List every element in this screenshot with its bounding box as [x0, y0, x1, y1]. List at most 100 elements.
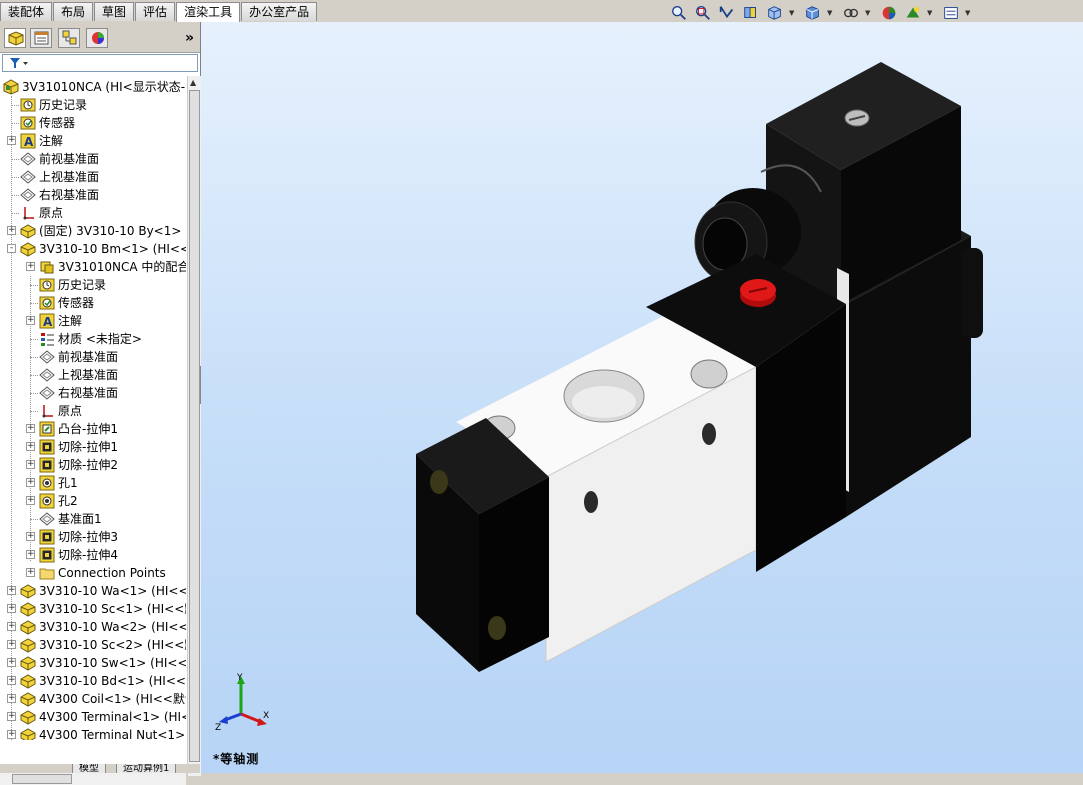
origin-icon — [39, 403, 55, 419]
tree-item[interactable]: 右视基准面 — [0, 186, 186, 204]
tree-item[interactable]: + Connection Points — [0, 564, 186, 582]
tree-item[interactable]: 前视基准面 — [0, 348, 186, 366]
previous-view-icon[interactable] — [717, 4, 739, 22]
tree-item[interactable]: 历史记录 — [0, 276, 186, 294]
tree-item[interactable]: 原点 — [0, 204, 186, 222]
tree-item[interactable]: 3V31010NCA (HI<显示状态- — [0, 78, 186, 96]
tree-expander[interactable]: + — [7, 640, 16, 649]
chevron-down-icon[interactable]: ▼ — [827, 4, 835, 22]
command-tab[interactable]: 布局 — [53, 2, 94, 21]
scrollbar-thumb[interactable] — [12, 774, 72, 784]
tree-item[interactable]: 原点 — [0, 402, 186, 420]
tree-item[interactable]: + 孔1 — [0, 474, 186, 492]
tree-item[interactable]: - 3V310-10 Bm<1> (HI<< — [0, 240, 186, 258]
cut-extrude-icon — [39, 439, 55, 455]
tree-item[interactable]: 材质 <未指定> — [0, 330, 186, 348]
mates-icon — [39, 259, 55, 275]
display-manager-icon[interactable] — [86, 28, 108, 48]
tree-expander[interactable]: + — [26, 424, 35, 433]
tree-expander[interactable]: + — [26, 532, 35, 541]
tree-item-label: 凸台-拉伸1 — [58, 422, 118, 436]
zoom-to-fit-icon[interactable] — [669, 4, 691, 22]
chevron-down-icon[interactable]: ▼ — [965, 4, 973, 22]
tree-filter[interactable] — [2, 54, 198, 72]
tree-expander[interactable]: - — [7, 244, 16, 253]
edit-appearance-icon[interactable] — [879, 4, 901, 22]
command-tab[interactable]: 渲染工具 — [176, 2, 241, 22]
tab-model[interactable]: 模型 — [72, 764, 106, 773]
chevron-down-icon[interactable]: ▼ — [927, 4, 935, 22]
tree-item[interactable]: +3V310-10 Sc<2> (HI<<默 — [0, 636, 186, 654]
command-tab[interactable]: 办公室产品 — [241, 2, 318, 21]
configuration-manager-icon[interactable] — [58, 28, 80, 48]
tree-item[interactable]: 上视基准面 — [0, 366, 186, 384]
tree-expander[interactable]: + — [7, 712, 16, 721]
feature-manager-icon[interactable] — [4, 28, 26, 48]
chevron-down-icon[interactable]: ▼ — [865, 4, 873, 22]
tree-item[interactable]: + 凸台-拉伸1 — [0, 420, 186, 438]
tree-item[interactable]: +3V31010NCA 中的配合 — [0, 258, 186, 276]
tree-item[interactable]: + A 注解 — [0, 132, 186, 150]
tree-horizontal-scrollbar[interactable] — [0, 772, 186, 785]
tree-expander[interactable]: + — [7, 676, 16, 685]
tree-expander[interactable]: + — [7, 226, 16, 235]
tree-item[interactable]: +4V300 Terminal<1> (HI< — [0, 708, 186, 726]
tree-expander[interactable]: + — [7, 658, 16, 667]
tree-expander[interactable]: + — [7, 694, 16, 703]
part-icon — [20, 691, 36, 707]
hide-show-items-icon[interactable] — [841, 4, 863, 22]
command-tab[interactable]: 评估 — [135, 2, 176, 21]
command-tab[interactable]: 草图 — [94, 2, 135, 21]
section-view-icon[interactable] — [741, 4, 763, 22]
tree-expander[interactable]: + — [26, 262, 35, 271]
tree-expander[interactable]: + — [7, 586, 16, 595]
tree-item[interactable]: +3V310-10 Wa<2> (HI<< — [0, 618, 186, 636]
tree-item[interactable]: + 切除-拉伸1 — [0, 438, 186, 456]
tree-expander[interactable]: + — [26, 550, 35, 559]
tree-item[interactable]: 传感器 — [0, 294, 186, 312]
tab-motion-study[interactable]: 运动算例1 — [116, 764, 177, 773]
tree-item[interactable]: 前视基准面 — [0, 150, 186, 168]
tree-item[interactable]: 右视基准面 — [0, 384, 186, 402]
command-tab[interactable]: 装配体 — [0, 2, 53, 21]
tree-item[interactable]: +3V310-10 Sw<1> (HI<<默 — [0, 654, 186, 672]
tree-item[interactable]: +4V300 Coil<1> (HI<<默认 — [0, 690, 186, 708]
tree-vertical-scrollbar[interactable]: ▲ ▼ — [187, 76, 201, 776]
tree-expander[interactable]: + — [26, 568, 35, 577]
tree-expander[interactable]: + — [26, 316, 35, 325]
tree-item[interactable]: + 切除-拉伸3 — [0, 528, 186, 546]
tree-item[interactable]: + 切除-拉伸2 — [0, 456, 186, 474]
tree-expander[interactable]: + — [26, 496, 35, 505]
valve-model[interactable] — [201, 22, 1083, 773]
chevron-down-icon[interactable]: ▼ — [789, 4, 797, 22]
graphics-viewport[interactable]: Y X Z *等轴测 — [201, 22, 1083, 773]
tree-item[interactable]: 历史记录 — [0, 96, 186, 114]
display-style-icon[interactable] — [803, 4, 825, 22]
view-settings-icon[interactable] — [941, 4, 963, 22]
tree-item[interactable]: +4V300 Terminal Nut<1> — [0, 726, 186, 740]
tree-item[interactable]: 传感器 — [0, 114, 186, 132]
tree-item[interactable]: + (固定) 3V310-10 By<1> ( — [0, 222, 186, 240]
zoom-to-area-icon[interactable] — [693, 4, 715, 22]
property-manager-icon[interactable] — [30, 28, 52, 48]
tree-expander[interactable]: + — [26, 460, 35, 469]
tree-expander[interactable]: + — [7, 604, 16, 613]
tree-item[interactable]: 基准面1 — [0, 510, 186, 528]
tree-item[interactable]: 上视基准面 — [0, 168, 186, 186]
panel-expand-button[interactable]: » — [185, 30, 194, 46]
tree-expander[interactable]: + — [7, 622, 16, 631]
view-orientation-icon[interactable] — [765, 4, 787, 22]
tree-expander[interactable]: + — [7, 136, 16, 145]
scrollbar-thumb[interactable] — [189, 90, 200, 762]
tree-item[interactable]: +3V310-10 Wa<1> (HI<< — [0, 582, 186, 600]
tree-expander[interactable]: + — [26, 442, 35, 451]
tree-item[interactable]: + 孔2 — [0, 492, 186, 510]
tree-item[interactable]: + A 注解 — [0, 312, 186, 330]
tree-expander[interactable]: + — [26, 478, 35, 487]
cut-extrude-icon — [39, 547, 55, 563]
tree-expander[interactable]: + — [7, 730, 16, 739]
tree-item[interactable]: +3V310-10 Sc<1> (HI<<默 — [0, 600, 186, 618]
apply-scene-icon[interactable] — [903, 4, 925, 22]
tree-item[interactable]: + 切除-拉伸4 — [0, 546, 186, 564]
tree-item[interactable]: +3V310-10 Bd<1> (HI<<默 — [0, 672, 186, 690]
